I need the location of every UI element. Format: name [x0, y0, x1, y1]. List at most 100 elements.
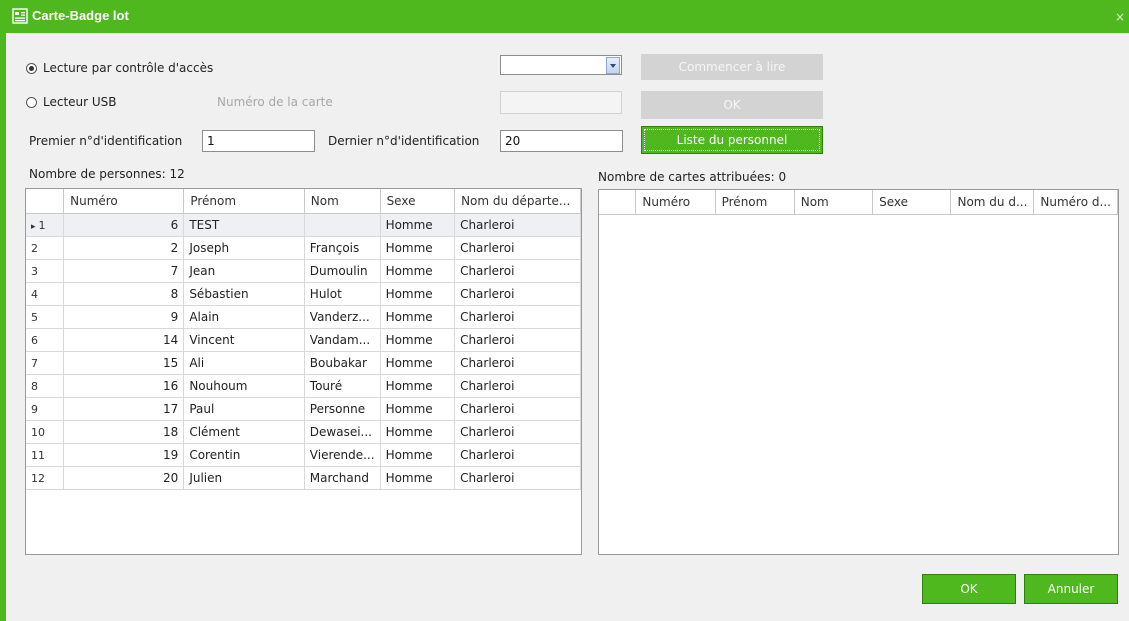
row-number: 7 — [26, 351, 65, 375]
cell-numero: 16 — [63, 374, 185, 398]
column-header-prenom[interactable]: Prénom — [715, 190, 795, 215]
cell-sexe: Homme — [380, 305, 456, 329]
cell-prenom: Sébastien — [183, 282, 305, 306]
usb-reader-label[interactable]: Lecteur USB — [43, 95, 117, 109]
assigned-cards-count: Nombre de cartes attribuées: 0 — [598, 170, 787, 184]
column-header-departement[interactable]: Nom du départe... — [454, 189, 581, 214]
cell-sexe: Homme — [380, 374, 456, 398]
cell-departement: Charleroi — [454, 305, 581, 329]
column-header-numero[interactable]: Numéro — [635, 190, 716, 215]
cell-sexe: Homme — [380, 443, 456, 467]
table-row[interactable]: 10 18 Clément Dewasei... Homme Charleroi — [26, 420, 581, 444]
last-id-label: Dernier n°d'identification — [328, 134, 480, 148]
cell-numero: 9 — [63, 305, 185, 329]
cell-prenom: Joseph — [183, 236, 305, 260]
cell-departement: Charleroi — [454, 259, 581, 283]
table-header-row: Numéro Prénom Nom Sexe Nom du départe... — [26, 189, 581, 214]
cell-nom: Vandam... — [304, 328, 381, 352]
row-number: 4 — [26, 282, 65, 306]
cell-sexe: Homme — [380, 259, 456, 283]
column-header-nom[interactable]: Nom — [794, 190, 874, 215]
column-header-sexe[interactable]: Sexe — [380, 189, 456, 214]
column-header-departement[interactable]: Nom du d... — [950, 190, 1035, 215]
cell-nom: Vanderz... — [304, 305, 381, 329]
table-row[interactable]: 8 16 Nouhoum Touré Homme Charleroi — [26, 374, 581, 398]
cell-numero: 7 — [63, 259, 185, 283]
ok-card-button[interactable]: OK — [641, 91, 823, 119]
row-number-text: 1 — [38, 218, 46, 232]
column-header-card-number[interactable]: Numéro d... — [1033, 190, 1118, 215]
start-reading-button[interactable]: Commencer à lire — [641, 54, 823, 80]
table-row[interactable]: 11 19 Corentin Vierende... Homme Charleroi — [26, 443, 581, 467]
row-number: 5 — [26, 305, 65, 329]
ok-button[interactable]: OK — [922, 574, 1016, 604]
chevron-down-icon[interactable] — [606, 57, 620, 74]
cell-departement: Charleroi — [454, 374, 581, 398]
cell-prenom: Nouhoum — [183, 374, 305, 398]
access-control-label[interactable]: Lecture par contrôle d'accès — [43, 61, 213, 75]
table-row[interactable]: ▸ 1 6 TEST Homme Charleroi — [26, 213, 581, 237]
cell-nom: Touré — [304, 374, 381, 398]
personnel-list-button[interactable]: Liste du personnel — [641, 126, 823, 154]
last-id-input[interactable] — [500, 130, 623, 152]
table-row[interactable]: 12 20 Julien Marchand Homme Charleroi — [26, 466, 581, 490]
cell-nom: Vierende... — [304, 443, 381, 467]
close-button[interactable]: × — [1113, 10, 1127, 24]
cell-sexe: Homme — [380, 282, 456, 306]
table-row[interactable]: 4 8 Sébastien Hulot Homme Charleroi — [26, 282, 581, 306]
table-row[interactable]: 3 7 Jean Dumoulin Homme Charleroi — [26, 259, 581, 283]
table-row[interactable]: 7 15 Ali Boubakar Homme Charleroi — [26, 351, 581, 375]
table-row[interactable]: 9 17 Paul Personne Homme Charleroi — [26, 397, 581, 421]
cell-sexe: Homme — [380, 351, 456, 375]
column-header-prenom[interactable]: Prénom — [183, 189, 305, 214]
cell-departement: Charleroi — [454, 466, 581, 490]
first-id-input[interactable] — [202, 130, 315, 152]
usb-reader-radio[interactable] — [26, 97, 37, 108]
cell-nom: François — [304, 236, 381, 260]
row-number: 12 — [26, 466, 65, 490]
cell-nom: Boubakar — [304, 351, 381, 375]
row-header-corner — [599, 190, 637, 215]
row-number: 11 — [26, 443, 65, 467]
cell-prenom: Ali — [183, 351, 305, 375]
cell-prenom: Paul — [183, 397, 305, 421]
cell-nom: Marchand — [304, 466, 381, 490]
cell-numero: 15 — [63, 351, 185, 375]
cancel-button[interactable]: Annuler — [1024, 574, 1118, 604]
cell-prenom: Vincent — [183, 328, 305, 352]
row-header-corner — [26, 189, 65, 214]
column-header-numero[interactable]: Numéro — [63, 189, 185, 214]
cell-prenom: Julien — [183, 466, 305, 490]
card-icon — [12, 8, 28, 24]
access-control-radio[interactable] — [26, 63, 37, 74]
persons-count: Nombre de personnes: 12 — [29, 167, 185, 181]
reader-select[interactable] — [500, 55, 622, 75]
table-row[interactable]: 2 2 Joseph François Homme Charleroi — [26, 236, 581, 260]
cell-departement: Charleroi — [454, 397, 581, 421]
cell-sexe: Homme — [380, 213, 456, 237]
cell-sexe: Homme — [380, 420, 456, 444]
card-number-input[interactable] — [500, 91, 622, 114]
first-id-label: Premier n°d'identification — [29, 134, 183, 148]
cell-departement: Charleroi — [454, 328, 581, 352]
cell-nom: Dumoulin — [304, 259, 381, 283]
table-row[interactable]: 5 9 Alain Vanderz... Homme Charleroi — [26, 305, 581, 329]
cell-nom: Dewasei... — [304, 420, 381, 444]
cell-numero: 14 — [63, 328, 185, 352]
cell-sexe: Homme — [380, 466, 456, 490]
cell-nom: Hulot — [304, 282, 381, 306]
persons-table[interactable]: Numéro Prénom Nom Sexe Nom du départe...… — [25, 188, 582, 555]
assigned-cards-table[interactable]: Numéro Prénom Nom Sexe Nom du d... Numér… — [598, 189, 1119, 555]
column-header-sexe[interactable]: Sexe — [872, 190, 952, 215]
cell-numero: 17 — [63, 397, 185, 421]
row-number: 8 — [26, 374, 65, 398]
cell-departement: Charleroi — [454, 282, 581, 306]
table-row[interactable]: 6 14 Vincent Vandam... Homme Charleroi — [26, 328, 581, 352]
title-bar[interactable]: Carte-Badge lot × — [6, 0, 1129, 33]
cell-numero: 20 — [63, 466, 185, 490]
column-header-nom[interactable]: Nom — [304, 189, 381, 214]
cell-prenom: TEST — [183, 213, 305, 237]
batch-card-dialog: Carte-Badge lot × Lecture par contrôle d… — [0, 0, 1129, 621]
cell-nom: Personne — [304, 397, 381, 421]
row-number: ▸ 1 — [26, 213, 65, 237]
